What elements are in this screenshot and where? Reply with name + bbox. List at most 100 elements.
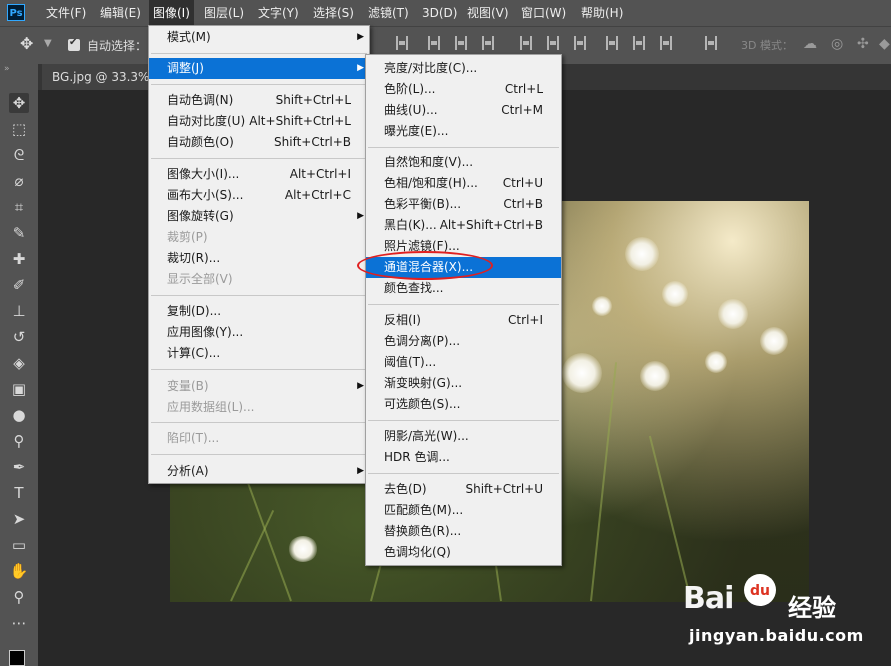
distribute-icon[interactable] <box>606 36 618 50</box>
menu-window[interactable]: 窗口(W) <box>517 0 570 26</box>
menu-file[interactable]: 文件(F) <box>42 0 90 26</box>
baidu-watermark-logo: Bai <box>683 581 734 616</box>
menu-item-hdr-toning[interactable]: HDR 色调... <box>366 447 561 468</box>
menu-item-levels[interactable]: 色阶(L)... Ctrl+L <box>366 79 561 100</box>
menu-edit[interactable]: 编辑(E) <box>96 0 145 26</box>
distribute-icon[interactable] <box>520 36 532 50</box>
menu-image[interactable]: 图像(I) <box>149 0 194 26</box>
healing-icon[interactable]: ✚ <box>9 249 29 269</box>
align-icon[interactable] <box>482 36 494 50</box>
stamp-icon[interactable]: ⊥ <box>9 301 29 321</box>
quick-select-icon[interactable]: ⌀ <box>9 171 29 191</box>
menu-item-reveal-all[interactable]: 显示全部(V) <box>149 269 369 290</box>
menu-item-duplicate[interactable]: 复制(D)... <box>149 301 369 322</box>
align-icon[interactable] <box>428 36 440 50</box>
menu-item-exposure[interactable]: 曝光度(E)... <box>366 121 561 142</box>
menu-item-trim[interactable]: 裁切(R)... <box>149 248 369 269</box>
menu-item-hue-saturation[interactable]: 色相/饱和度(H)... Ctrl+U <box>366 173 561 194</box>
align-icon[interactable] <box>455 36 467 50</box>
menu-select[interactable]: 选择(S) <box>309 0 358 26</box>
submenu-arrow-icon: ▶ <box>357 32 364 42</box>
chevron-down-icon[interactable]: ▼ <box>44 38 52 49</box>
align-icon[interactable] <box>396 36 408 50</box>
eraser-icon[interactable]: ◈ <box>9 353 29 373</box>
distribute-icon[interactable] <box>574 36 586 50</box>
move-icon[interactable]: ✥ <box>9 93 29 113</box>
menu-item-posterize[interactable]: 色调分离(P)... <box>366 331 561 352</box>
history-brush-icon[interactable]: ↺ <box>9 327 29 347</box>
baidu-jingyan-label: 经验 <box>788 594 836 622</box>
move-icon[interactable]: ✥ <box>20 34 33 53</box>
menu-item-gradient-map[interactable]: 渐变映射(G)... <box>366 373 561 394</box>
menu-item-adjustments[interactable]: 调整(J) ▶ <box>149 58 369 79</box>
menu-layer[interactable]: 图层(L) <box>200 0 248 26</box>
menu-separator <box>368 304 559 305</box>
menu-item-brightness-contrast[interactable]: 亮度/对比度(C)... <box>366 58 561 79</box>
menu-item-mode[interactable]: 模式(M) ▶ <box>149 27 369 48</box>
menu-item-analysis[interactable]: 分析(A) ▶ <box>149 461 369 482</box>
menu-view[interactable]: 视图(V) <box>463 0 513 26</box>
menu-item-curves[interactable]: 曲线(U)... Ctrl+M <box>366 100 561 121</box>
menu-item-canvas-size[interactable]: 画布大小(S)... Alt+Ctrl+C <box>149 185 369 206</box>
menu-item-calculations[interactable]: 计算(C)... <box>149 343 369 364</box>
menu-separator <box>151 84 367 85</box>
menu-item-trap[interactable]: 陷印(T)... <box>149 428 369 449</box>
menu-item-auto-tone[interactable]: 自动色调(N) Shift+Ctrl+L <box>149 90 369 111</box>
eyedropper-icon[interactable]: ✎ <box>9 223 29 243</box>
menu-filter[interactable]: 滤镜(T) <box>364 0 413 26</box>
dodge-icon[interactable]: ⚲ <box>9 431 29 451</box>
menu-type[interactable]: 文字(Y) <box>254 0 303 26</box>
menu-item-color-balance[interactable]: 色彩平衡(B)... Ctrl+B <box>366 194 561 215</box>
document-tab[interactable]: BG.jpg @ 33.3%(R <box>42 64 152 90</box>
menu-item-replace-color[interactable]: 替换颜色(R)... <box>366 521 561 542</box>
menu-item-shadows-highlights[interactable]: 阴影/高光(W)... <box>366 426 561 447</box>
submenu-arrow-icon: ▶ <box>357 63 364 73</box>
menu-help[interactable]: 帮助(H) <box>577 0 627 26</box>
marquee-icon[interactable]: ⬚ <box>9 119 29 139</box>
hand-icon[interactable]: ✋ <box>9 561 29 581</box>
menu-item-auto-color[interactable]: 自动颜色(O) Shift+Ctrl+B <box>149 132 369 153</box>
baidu-paw-icon: du <box>744 574 776 606</box>
dandelion <box>705 351 727 373</box>
menu-item-image-size[interactable]: 图像大小(I)... Alt+Ctrl+I <box>149 164 369 185</box>
menu-item-desaturate[interactable]: 去色(D) Shift+Ctrl+U <box>366 479 561 500</box>
menu-item-equalize[interactable]: 色调均化(Q) <box>366 542 561 563</box>
crop-icon[interactable]: ⌗ <box>9 197 29 217</box>
type-icon[interactable]: T <box>9 483 29 503</box>
menu-item-apply-data-set[interactable]: 应用数据组(L)... <box>149 397 369 418</box>
menu-item-black-white[interactable]: 黑白(K)... Alt+Shift+Ctrl+B <box>366 215 561 236</box>
pen-icon[interactable]: ✒ <box>9 457 29 477</box>
menu-item-image-rotation[interactable]: 图像旋转(G) ▶ <box>149 206 369 227</box>
zoom-icon[interactable]: ⚲ <box>9 587 29 607</box>
brush-icon[interactable]: ✐ <box>9 275 29 295</box>
3d-roll-icon[interactable]: ◎ <box>831 36 843 52</box>
3d-orbit-icon[interactable]: ☁ <box>803 36 817 52</box>
more-icon[interactable]: ⋯ <box>9 613 29 633</box>
menu-item-invert[interactable]: 反相(I) Ctrl+I <box>366 310 561 331</box>
auto-align-icon[interactable] <box>705 36 717 50</box>
grass-blade <box>590 362 618 602</box>
menu-item-selective-color[interactable]: 可选颜色(S)... <box>366 394 561 415</box>
menu-item-vibrance[interactable]: 自然饱和度(V)... <box>366 152 561 173</box>
menu-item-variables[interactable]: 变量(B) ▶ <box>149 376 369 397</box>
menu-item-auto-contrast[interactable]: 自动对比度(U) Alt+Shift+Ctrl+L <box>149 111 369 132</box>
menu-item-threshold[interactable]: 阈值(T)... <box>366 352 561 373</box>
3d-pan-icon[interactable]: ✣ <box>857 36 869 52</box>
distribute-icon[interactable] <box>547 36 559 50</box>
auto-select-checkbox[interactable] <box>68 37 80 51</box>
lasso-icon[interactable]: ᘓ <box>9 145 29 165</box>
rectangle-icon[interactable]: ▭ <box>9 535 29 555</box>
menu-3d[interactable]: 3D(D) <box>418 0 461 26</box>
3d-slide-icon[interactable]: ◆ <box>879 36 890 52</box>
distribute-icon[interactable] <box>660 36 672 50</box>
menu-item-match-color[interactable]: 匹配颜色(M)... <box>366 500 561 521</box>
gradient-icon[interactable]: ▣ <box>9 379 29 399</box>
path-select-icon[interactable]: ➤ <box>9 509 29 529</box>
menu-item-crop[interactable]: 裁剪(P) <box>149 227 369 248</box>
menu-item-color-lookup[interactable]: 颜色查找... <box>366 278 561 299</box>
collapse-icon[interactable]: » <box>4 64 10 74</box>
blur-icon[interactable]: ● <box>9 405 29 425</box>
menu-item-apply-image[interactable]: 应用图像(Y)... <box>149 322 369 343</box>
foreground-color-swatch[interactable] <box>9 650 25 666</box>
distribute-icon[interactable] <box>633 36 645 50</box>
